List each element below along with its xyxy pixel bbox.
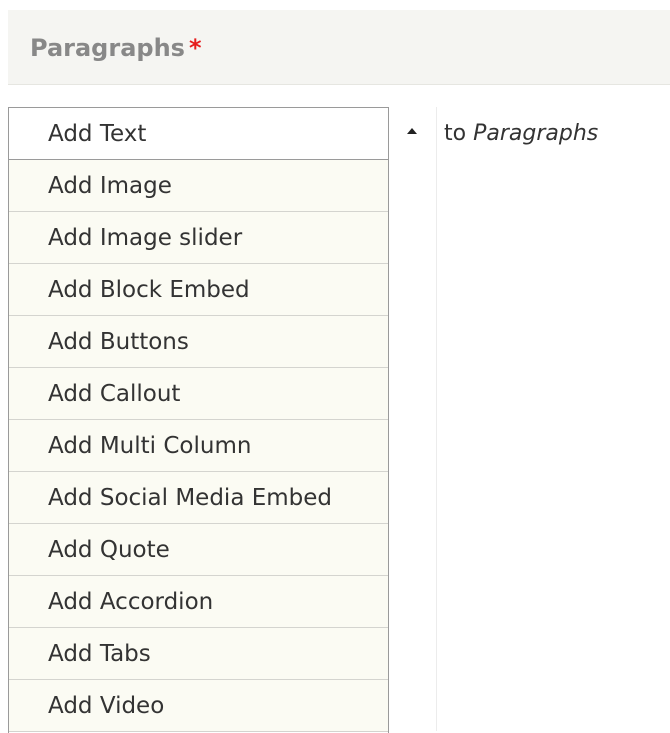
add-image-slider-button[interactable]: Add Image slider [9,212,388,264]
add-accordion-button[interactable]: Add Accordion [9,576,388,628]
field-title-text: Paragraphs [30,34,185,62]
add-tabs-button[interactable]: Add Tabs [9,628,388,680]
add-quote-button[interactable]: Add Quote [9,524,388,576]
add-paragraph-dropdown: Add Text Add Image Add Image slider Add … [8,107,389,733]
field-header: Paragraphs * [8,10,670,85]
caret-up-icon[interactable] [407,128,417,134]
add-social-media-embed-button[interactable]: Add Social Media Embed [9,472,388,524]
required-marker: * [188,34,202,62]
target-field-name: Paragraphs [473,121,599,146]
add-multi-column-button[interactable]: Add Multi Column [9,420,388,472]
target-prefix: to [444,121,467,146]
add-video-button[interactable]: Add Video [9,680,388,732]
field-title: Paragraphs * [30,34,202,62]
add-target-label: to Paragraphs [444,120,598,148]
add-callout-button[interactable]: Add Callout [9,368,388,420]
add-text-button[interactable]: Add Text [9,108,388,160]
add-buttons-button[interactable]: Add Buttons [9,316,388,368]
add-image-button[interactable]: Add Image [9,160,388,212]
add-block-embed-button[interactable]: Add Block Embed [9,264,388,316]
dropdown-toggle[interactable] [389,107,437,731]
